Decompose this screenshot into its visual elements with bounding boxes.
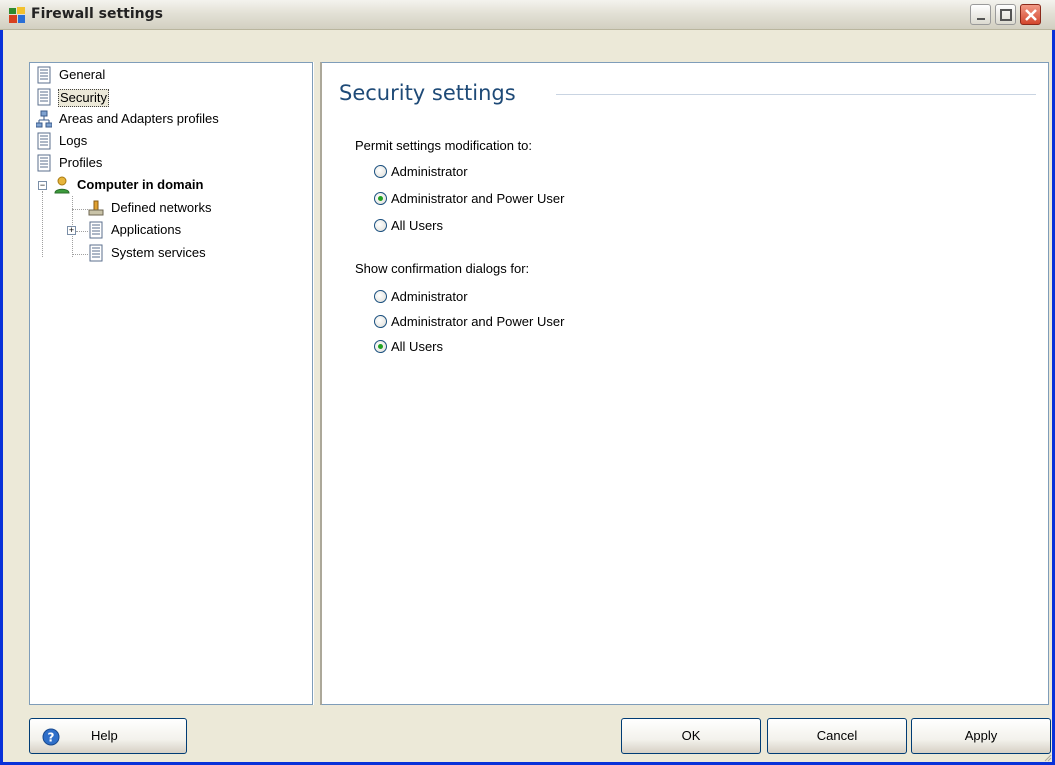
user-icon [54,176,70,194]
settings-content-panel: Security settings Permit settings modifi… [321,62,1049,705]
radio-circle [374,315,387,328]
permit-group-label: Permit settings modification to: [355,138,533,153]
document-icon [37,154,51,172]
panel-splitter[interactable] [313,62,321,705]
document-icon [89,244,103,262]
navigation-tree[interactable]: General Security Areas and Adapters prof… [29,62,313,705]
help-icon: ? [42,728,60,746]
radio-label: Administrator and Power User [391,314,565,329]
document-icon [37,132,51,150]
apply-button[interactable]: Apply [911,718,1051,754]
document-icon [37,88,51,106]
ok-button[interactable]: OK [621,718,761,754]
maximize-button[interactable] [995,4,1016,25]
collapse-toggle[interactable]: − [38,181,47,190]
tree-item-label: Applications [111,222,182,237]
help-button-label: Help [91,728,118,743]
avg-logo-icon [9,7,25,23]
network-icon [88,200,104,216]
confirm-group-label: Show confirmation dialogs for: [355,261,530,276]
tree-connector [72,254,88,255]
page-title: Security settings [339,81,516,105]
document-icon [37,66,51,84]
title-divider [556,94,1036,95]
radio-label: Administrator [391,164,468,179]
tree-item-label: Computer in domain [77,177,204,192]
radio-selected-dot [378,196,383,201]
radio-circle [374,340,387,353]
cancel-button[interactable]: Cancel [767,718,907,754]
help-button[interactable]: ? Help [29,718,187,754]
title-bar[interactable]: Firewall settings [0,0,1055,30]
radio-circle [374,192,387,205]
tree-item-label: Logs [59,133,88,148]
radio-circle [374,290,387,303]
document-icon [89,221,103,239]
close-button[interactable] [1020,4,1041,25]
minimize-button[interactable] [970,4,991,25]
tree-connector [76,231,88,232]
firewall-settings-window: Firewall settings General Security Areas… [0,0,1055,765]
svg-text:?: ? [48,731,55,745]
resize-grip-icon[interactable] [1042,752,1052,762]
window-title: Firewall settings [31,6,163,22]
tree-connector [72,209,88,210]
minimize-icon [977,18,985,20]
radio-selected-dot [378,344,383,349]
radio-circle [374,219,387,232]
tree-item-label: Profiles [59,155,103,170]
close-icon [1025,9,1037,21]
maximize-icon [1000,9,1012,21]
radio-label: Administrator [391,289,468,304]
network-icon [36,110,52,128]
tree-item-label: General [59,67,106,82]
tree-item-label: Defined networks [111,200,212,215]
radio-label: Administrator and Power User [391,191,565,206]
tree-item-label: System services [111,245,206,260]
expand-toggle[interactable]: + [67,226,76,235]
radio-circle [374,165,387,178]
tree-item-label: Security [58,89,109,107]
radio-label: All Users [391,218,444,233]
tree-item-label: Areas and Adapters profiles [59,111,219,126]
tree-connector [42,191,43,257]
radio-label: All Users [391,339,444,354]
